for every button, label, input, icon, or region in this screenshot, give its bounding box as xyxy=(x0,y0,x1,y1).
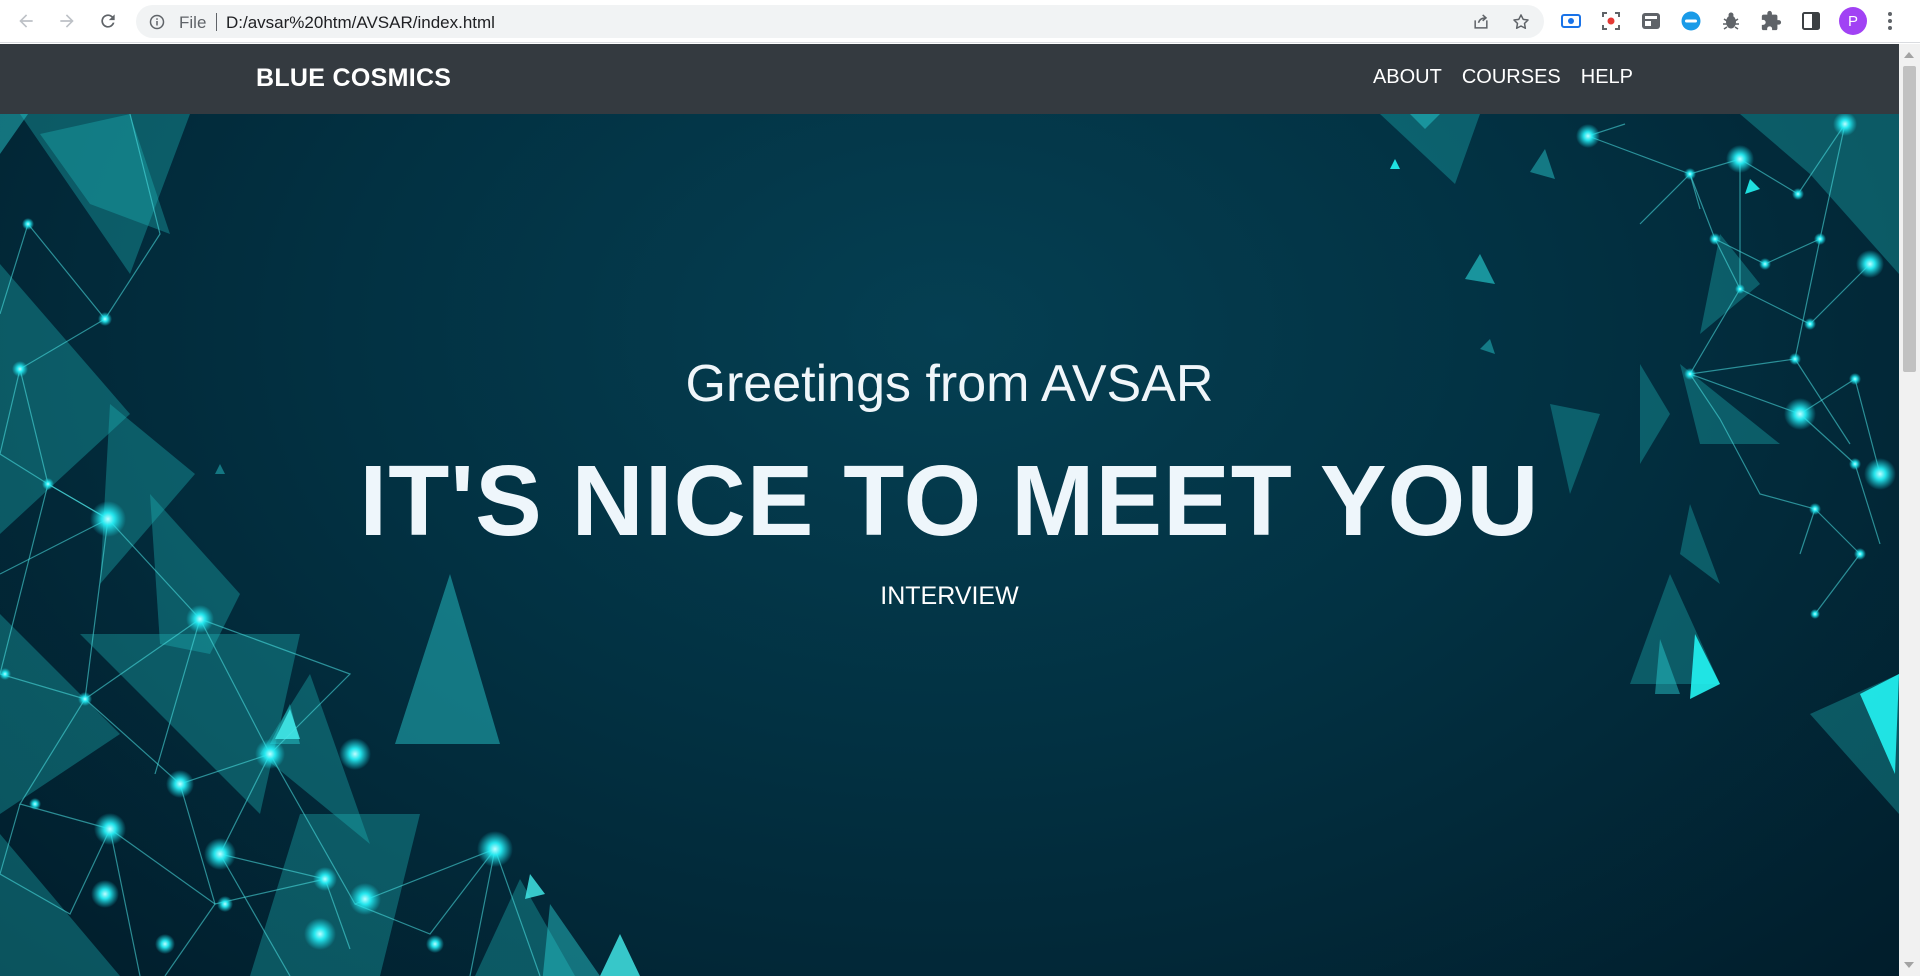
address-bar[interactable]: File D:/avsar%20htm/AVSAR/index.html xyxy=(136,5,1544,38)
scroll-thumb[interactable] xyxy=(1903,66,1916,372)
forward-icon xyxy=(60,14,74,28)
reload-icon xyxy=(101,14,115,28)
hero-subtitle: Greetings from AVSAR xyxy=(685,355,1214,413)
back-button[interactable] xyxy=(12,7,40,35)
nav-link-courses[interactable]: COURSES xyxy=(1462,66,1561,89)
nav-link-help[interactable]: HELP xyxy=(1581,66,1633,89)
scroll-up-arrow-icon[interactable] xyxy=(1904,52,1914,58)
bookmark-star-icon[interactable] xyxy=(1511,12,1531,32)
bug-icon[interactable] xyxy=(1720,10,1742,32)
brand-link[interactable]: BLUE COSMICS xyxy=(256,64,451,93)
nav-links: ABOUT COURSES HELP xyxy=(1373,66,1633,89)
scroll-down-arrow-icon[interactable] xyxy=(1904,962,1914,968)
side-panel-icon[interactable] xyxy=(1800,10,1822,32)
scheme-label: File xyxy=(179,13,207,32)
hero-section: Greetings from AVSAR IT'S NICE TO MEET Y… xyxy=(0,114,1899,976)
puzzle-icon[interactable] xyxy=(1760,10,1782,32)
forward-button[interactable] xyxy=(53,7,81,35)
screen-capture-icon[interactable] xyxy=(1560,10,1582,32)
extension-icon[interactable] xyxy=(1640,10,1662,32)
kebab-menu-icon[interactable] xyxy=(1880,10,1900,32)
page-viewport: BLUE COSMICS ABOUT COURSES HELP Greeting… xyxy=(0,44,1899,976)
interview-link[interactable]: INTERVIEW xyxy=(880,582,1018,610)
page-scrollbar[interactable] xyxy=(1899,44,1920,976)
browser-toolbar: File D:/avsar%20htm/AVSAR/index.html P xyxy=(0,0,1920,43)
share-icon[interactable] xyxy=(1471,12,1491,32)
scheme-divider xyxy=(216,13,217,31)
hero-cta-wrapper: INTERVIEW xyxy=(0,582,1899,611)
extension-icon[interactable] xyxy=(1680,10,1702,32)
site-navbar: BLUE COSMICS ABOUT COURSES HELP xyxy=(0,44,1899,114)
hero-title: IT'S NICE TO MEET YOU xyxy=(359,445,1540,557)
profile-avatar[interactable]: P xyxy=(1839,7,1867,35)
screen-record-icon[interactable] xyxy=(1600,10,1622,32)
back-icon xyxy=(19,14,33,28)
reload-button[interactable] xyxy=(94,7,122,35)
info-icon[interactable] xyxy=(149,14,165,30)
nav-link-about[interactable]: ABOUT xyxy=(1373,66,1442,89)
url-text[interactable]: D:/avsar%20htm/AVSAR/index.html xyxy=(226,13,495,33)
